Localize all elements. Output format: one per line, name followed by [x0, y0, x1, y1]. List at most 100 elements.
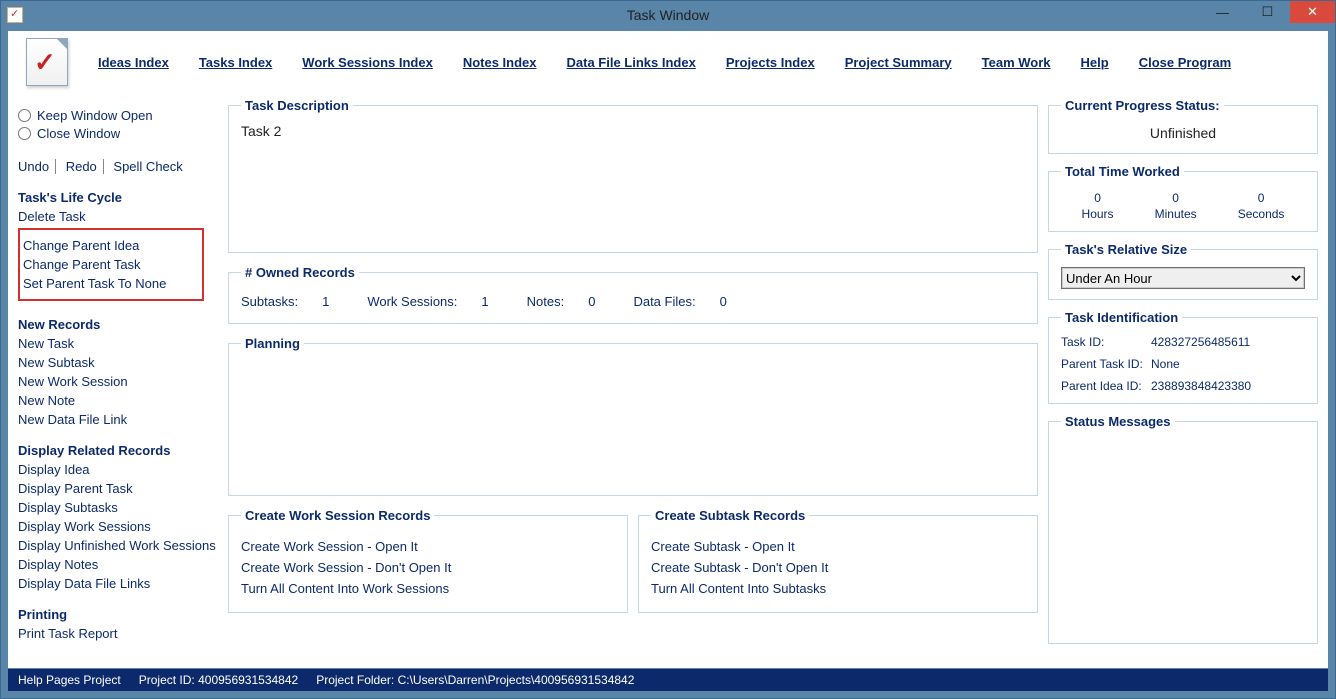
radio-keep-window-open-label: Keep Window Open [37, 108, 153, 123]
undo-button[interactable]: Undo [18, 159, 56, 174]
parent-ideaid-label: Parent Idea ID: [1061, 379, 1151, 393]
parent-taskid-value: None [1151, 357, 1305, 371]
radio-close-window[interactable]: Close Window [18, 126, 218, 141]
owned-records-group: # Owned Records Subtasks: 1 Work Sessions… [228, 265, 1038, 324]
link-set-parent-task-none[interactable]: Set Parent Task To None [23, 276, 199, 291]
menu-help[interactable]: Help [1081, 55, 1109, 70]
create-work-session-group: Create Work Session Records Create Work … [228, 508, 628, 613]
link-display-data-file-links[interactable]: Display Data File Links [18, 576, 218, 591]
menubar: Ideas Index Tasks Index Work Sessions In… [8, 31, 1328, 93]
subtasks-label: Subtasks: [241, 294, 298, 309]
right-panel: Current Progress Status: Unfinished Tota… [1048, 98, 1318, 654]
radio-keep-window-open[interactable]: Keep Window Open [18, 108, 218, 123]
minimize-button[interactable]: — [1200, 1, 1245, 23]
progress-status-group: Current Progress Status: Unfinished [1048, 98, 1318, 154]
link-new-note[interactable]: New Note [18, 393, 218, 408]
spellcheck-button[interactable]: Spell Check [107, 159, 188, 174]
link-new-data-file-link[interactable]: New Data File Link [18, 412, 218, 427]
minutes-value: 0 [1155, 191, 1197, 205]
body: Keep Window Open Close Window Undo Redo … [8, 93, 1328, 668]
relative-size-select[interactable]: Under An Hour [1061, 267, 1305, 289]
link-change-parent-idea[interactable]: Change Parent Idea [23, 238, 199, 253]
statusbar-projectid: Project ID: 400956931534842 [139, 673, 298, 687]
status-messages-legend: Status Messages [1061, 414, 1175, 429]
menu-close-program[interactable]: Close Program [1139, 55, 1231, 70]
planning-group: Planning [228, 336, 1038, 496]
link-change-parent-task[interactable]: Change Parent Task [23, 257, 199, 272]
create-work-session-legend: Create Work Session Records [241, 508, 434, 523]
subtasks-value: 1 [322, 294, 329, 309]
worksessions-value: 1 [481, 294, 488, 309]
notes-value: 0 [588, 294, 595, 309]
seconds-value: 0 [1238, 191, 1285, 205]
minutes-label: Minutes [1155, 207, 1197, 221]
link-new-subtask[interactable]: New Subtask [18, 355, 218, 370]
link-cst-turn-all[interactable]: Turn All Content Into Subtasks [651, 581, 1025, 596]
parent-taskid-label: Parent Task ID: [1061, 357, 1151, 371]
statusbar-projectfolder: Project Folder: C:\Users\Darren\Projects… [316, 673, 634, 687]
time-worked-legend: Total Time Worked [1061, 164, 1184, 179]
link-new-work-session[interactable]: New Work Session [18, 374, 218, 389]
datafiles-label: Data Files: [633, 294, 695, 309]
time-worked-row: 0Hours 0Minutes 0Seconds [1061, 189, 1305, 221]
menu-notes-index[interactable]: Notes Index [463, 55, 537, 70]
time-worked-group: Total Time Worked 0Hours 0Minutes 0Secon… [1048, 164, 1318, 232]
client-area: Ideas Index Tasks Index Work Sessions In… [8, 31, 1328, 668]
link-cws-dont-open[interactable]: Create Work Session - Don't Open It [241, 560, 615, 575]
owned-records-row: Subtasks: 1 Work Sessions: 1 Notes: 0 Data … [241, 290, 1025, 313]
statusbar: Help Pages Project Project ID: 400956931… [8, 669, 1328, 691]
menu-project-summary[interactable]: Project Summary [845, 55, 952, 70]
taskid-label: Task ID: [1061, 335, 1151, 349]
link-display-unfinished-work-sessions[interactable]: Display Unfinished Work Sessions [18, 538, 218, 553]
progress-status-legend: Current Progress Status: [1061, 98, 1224, 113]
radio-keep-window-open-input[interactable] [18, 109, 31, 122]
link-cst-open[interactable]: Create Subtask - Open It [651, 539, 1025, 554]
hours-label: Hours [1082, 207, 1114, 221]
planning-legend: Planning [241, 336, 304, 351]
link-new-task[interactable]: New Task [18, 336, 218, 351]
app-icon [7, 7, 23, 23]
radio-close-window-input[interactable] [18, 127, 31, 140]
menu-projects-index[interactable]: Projects Index [726, 55, 815, 70]
task-description-text[interactable]: Task 2 [241, 123, 1025, 139]
menu-work-sessions-index[interactable]: Work Sessions Index [302, 55, 433, 70]
owned-records-legend: # Owned Records [241, 265, 359, 280]
section-display-header: Display Related Records [18, 443, 218, 458]
link-cst-dont-open[interactable]: Create Subtask - Don't Open It [651, 560, 1025, 575]
task-identification-group: Task Identification Task ID: 42832725648… [1048, 310, 1318, 404]
link-print-task-report[interactable]: Print Task Report [18, 626, 218, 641]
parent-ideaid-value: 238893848423380 [1151, 379, 1305, 393]
close-button[interactable]: ✕ [1290, 1, 1335, 23]
window: Task Window — ☐ ✕ Ideas Index Tasks Inde… [0, 0, 1336, 699]
statusbar-help[interactable]: Help Pages Project [18, 673, 121, 687]
link-display-subtasks[interactable]: Display Subtasks [18, 500, 218, 515]
menu-tasks-index[interactable]: Tasks Index [199, 55, 272, 70]
titlebar: Task Window — ☐ ✕ [1, 1, 1335, 29]
link-display-idea[interactable]: Display Idea [18, 462, 218, 477]
link-display-work-sessions[interactable]: Display Work Sessions [18, 519, 218, 534]
link-display-notes[interactable]: Display Notes [18, 557, 218, 572]
worksessions-label: Work Sessions: [367, 294, 457, 309]
menu-data-file-links-index[interactable]: Data File Links Index [567, 55, 696, 70]
create-subtask-legend: Create Subtask Records [651, 508, 809, 523]
notes-label: Notes: [527, 294, 565, 309]
task-identification-legend: Task Identification [1061, 310, 1182, 325]
sidebar: Keep Window Open Close Window Undo Redo … [18, 105, 218, 645]
menu-ideas-index[interactable]: Ideas Index [98, 55, 169, 70]
logo-icon [26, 38, 68, 86]
link-cws-turn-all[interactable]: Turn All Content Into Work Sessions [241, 581, 615, 596]
relative-size-group: Task's Relative Size Under An Hour [1048, 242, 1318, 300]
create-records-row: Create Work Session Records Create Work … [228, 508, 1038, 625]
link-display-parent-task[interactable]: Display Parent Task [18, 481, 218, 496]
link-delete-task[interactable]: Delete Task [18, 209, 218, 224]
progress-status-value: Unfinished [1061, 123, 1305, 143]
section-printing-header: Printing [18, 607, 218, 622]
link-cws-open[interactable]: Create Work Session - Open It [241, 539, 615, 554]
menu-team-work[interactable]: Team Work [982, 55, 1051, 70]
hours-value: 0 [1082, 191, 1114, 205]
redo-button[interactable]: Redo [60, 159, 104, 174]
section-lifecycle-header: Task's Life Cycle [18, 190, 218, 205]
maximize-button[interactable]: ☐ [1245, 1, 1290, 23]
section-newrecords-header: New Records [18, 317, 218, 332]
edit-tools: Undo Redo Spell Check [18, 159, 218, 174]
